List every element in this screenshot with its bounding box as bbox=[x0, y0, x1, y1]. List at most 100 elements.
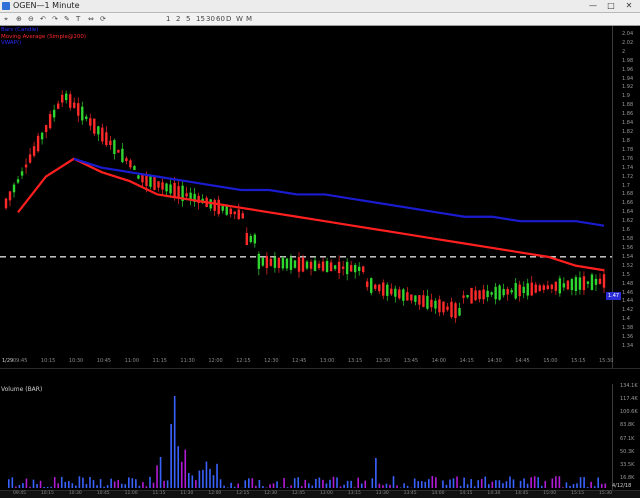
candle-body bbox=[446, 307, 448, 310]
time-axis-tick: 11:00 bbox=[125, 358, 139, 364]
volume-bar bbox=[15, 487, 17, 488]
volume-bar bbox=[276, 481, 278, 488]
volume-bar bbox=[580, 477, 582, 488]
candle-body bbox=[25, 165, 27, 168]
volume-bar bbox=[513, 479, 515, 488]
volume-time-axis-tick: 13:00 bbox=[320, 491, 333, 496]
candle-body bbox=[515, 283, 517, 298]
candle-body bbox=[165, 183, 167, 191]
volume-bar bbox=[555, 476, 557, 488]
volume-bar bbox=[340, 486, 342, 488]
price-chart-svg bbox=[0, 0, 640, 497]
candle-body bbox=[486, 291, 488, 297]
volume-time-axis-tick: 12:15 bbox=[236, 491, 249, 496]
candle-body bbox=[567, 281, 569, 290]
volume-bar bbox=[484, 477, 486, 488]
sma-line bbox=[18, 159, 604, 270]
candle-body bbox=[571, 279, 573, 290]
volume-axis-tick: 16.8K bbox=[620, 475, 634, 481]
candle-body bbox=[378, 285, 380, 292]
volume-bar bbox=[156, 465, 158, 488]
volume-bar bbox=[167, 480, 169, 488]
volume-bar bbox=[244, 480, 246, 488]
volume-bar bbox=[315, 479, 317, 488]
candle-body bbox=[559, 278, 561, 293]
volume-bar bbox=[202, 470, 204, 488]
price-axis-tick: 1.34 bbox=[622, 343, 633, 349]
volume-bar bbox=[294, 478, 296, 488]
volume-bar bbox=[421, 481, 423, 488]
price-axis-tick: 1.96 bbox=[622, 67, 633, 73]
price-axis-tick: 1.52 bbox=[622, 263, 633, 269]
volume-bar bbox=[361, 484, 363, 488]
volume-bar bbox=[601, 484, 603, 488]
time-axis-tick: 11:30 bbox=[180, 358, 194, 364]
volume-bar bbox=[382, 485, 384, 488]
volume-bar bbox=[372, 478, 374, 488]
volume-bar bbox=[72, 483, 74, 488]
volume-bar bbox=[135, 479, 137, 488]
session-start-label: 1/29 bbox=[2, 358, 13, 364]
volume-bar bbox=[184, 450, 186, 488]
price-axis-tick: 1.4 bbox=[622, 316, 630, 322]
candle-body bbox=[13, 185, 15, 193]
candle-body bbox=[238, 210, 240, 220]
volume-bar bbox=[566, 482, 568, 488]
volume-time-axis-tick: 14:45 bbox=[515, 491, 528, 496]
time-axis-tick: 15:15 bbox=[571, 358, 585, 364]
volume-time-axis-tick: 11:15 bbox=[153, 491, 166, 496]
volume-bar bbox=[552, 478, 554, 488]
candle-body bbox=[230, 209, 232, 215]
candle-body bbox=[442, 302, 444, 313]
price-axis-tick: 1.72 bbox=[622, 174, 633, 180]
volume-bar bbox=[117, 480, 119, 488]
volume-bar bbox=[146, 486, 148, 488]
candle-body bbox=[310, 262, 312, 269]
price-axis-tick: 1.88 bbox=[622, 102, 633, 108]
volume-bar bbox=[61, 477, 63, 488]
volume-time-axis-tick: 15:15 bbox=[571, 491, 584, 496]
volume-bar bbox=[308, 483, 310, 488]
candle-body bbox=[262, 258, 264, 266]
candle-body bbox=[258, 254, 260, 269]
volume-bar bbox=[326, 483, 328, 488]
volume-bar bbox=[96, 485, 98, 488]
price-legend: Bars (Candle) Moving Average (Simple@200… bbox=[1, 27, 86, 47]
volume-bar bbox=[107, 485, 109, 488]
candle-body bbox=[579, 277, 581, 289]
volume-bar bbox=[12, 477, 14, 488]
volume-bar bbox=[576, 483, 578, 488]
price-axis-tick: 1.46 bbox=[622, 290, 633, 296]
volume-bar bbox=[562, 487, 564, 488]
volume-bar bbox=[488, 484, 490, 488]
candle-body bbox=[434, 301, 436, 309]
price-axis-tick: 1.66 bbox=[622, 200, 633, 206]
candle-body bbox=[354, 265, 356, 272]
volume-bar bbox=[463, 478, 465, 488]
volume-bar bbox=[163, 481, 165, 488]
candle-body bbox=[414, 295, 416, 302]
volume-bar bbox=[86, 484, 88, 488]
price-axis-tick: 1.92 bbox=[622, 84, 633, 90]
candle-body bbox=[494, 287, 496, 299]
volume-bar bbox=[132, 478, 134, 488]
candle-body bbox=[49, 114, 51, 128]
volume-bar bbox=[234, 487, 236, 488]
volume-time-axis-tick: 14:00 bbox=[432, 491, 445, 496]
volume-bar bbox=[509, 476, 511, 488]
volume-time-axis-tick: 12:30 bbox=[264, 491, 277, 496]
volume-bar bbox=[389, 485, 391, 488]
candle-body bbox=[101, 128, 103, 142]
time-axis-tick: 10:45 bbox=[97, 358, 111, 364]
volume-bar bbox=[541, 486, 543, 488]
volume-bar bbox=[255, 486, 257, 488]
time-axis-tick: 11:15 bbox=[153, 358, 167, 364]
candle-body bbox=[502, 289, 504, 295]
time-axis-tick: 14:45 bbox=[515, 358, 529, 364]
candle-body bbox=[121, 149, 123, 162]
price-axis-tick: 1.44 bbox=[622, 298, 633, 304]
candle-body bbox=[9, 191, 11, 200]
candle-body bbox=[382, 283, 384, 296]
volume-bar bbox=[393, 476, 395, 488]
volume-bar bbox=[304, 480, 306, 488]
